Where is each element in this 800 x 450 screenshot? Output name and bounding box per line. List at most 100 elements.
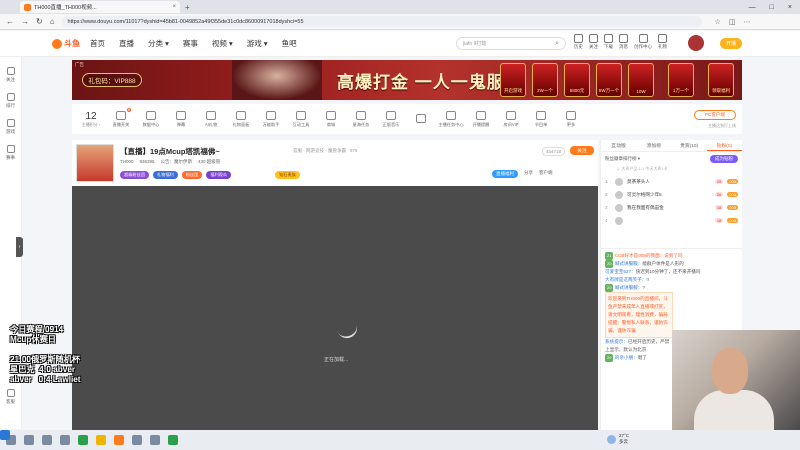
back-button[interactable]: ← — [6, 17, 14, 26]
banner-slot[interactable]: 1万一个 — [668, 63, 694, 97]
nav-events[interactable]: 赛事 — [183, 38, 198, 49]
fan-club-badge[interactable]: 超级粉丝团 — [120, 171, 149, 179]
tab-interaction[interactable]: 互动版 — [601, 140, 636, 151]
tab-diamond-fans[interactable]: 钻粉(0) — [706, 140, 742, 151]
douyu-app-icon[interactable] — [114, 435, 124, 445]
video-player[interactable]: 正在加载... — [72, 186, 598, 430]
sidebar-item-events[interactable]: 赛事 — [0, 145, 21, 161]
windows-start-icon[interactable] — [0, 430, 10, 440]
search-input[interactable]: jiafn 9打劫 ⌕ — [456, 37, 566, 50]
anchor-level[interactable]: 12 主播积分 › — [78, 111, 104, 128]
tool-danmaku[interactable]: 弹幕 — [168, 110, 194, 128]
follow-button[interactable]: 关注 — [570, 146, 594, 155]
banner-slot[interactable]: 5800元 — [564, 63, 590, 97]
chat-username[interactable]: 的亲小朋： — [615, 355, 638, 360]
nav-games[interactable]: 游戏 ▾ — [247, 38, 268, 49]
tool-interaction[interactable]: 互动工具 — [288, 110, 314, 128]
banner-slot[interactable]: 2W一个 — [532, 63, 558, 97]
tool-gift-panel[interactable]: 礼物面板 — [228, 110, 254, 128]
go-live-button[interactable]: 开播 — [720, 38, 742, 49]
banner-ad[interactable]: 广告 礼包码：VIP888 高爆打金 一人一鬼服 开启游戏 2W一个 5800元… — [72, 60, 742, 100]
sidebar-item-follow[interactable]: 关注 — [0, 67, 21, 83]
chat-username[interactable]: 喊式讲服服： — [615, 261, 643, 266]
task-view-icon[interactable] — [24, 435, 34, 445]
browser-tab[interactable]: TH000直播_TH000视频... × — [20, 1, 180, 13]
tool-music[interactable]: 正版音乐 — [378, 110, 404, 128]
sidebar-collapse-button[interactable]: › — [16, 237, 23, 257]
sidebar-item-rank[interactable]: 排行 — [0, 93, 21, 109]
history-button[interactable]: 历史 — [574, 34, 583, 50]
client-button[interactable]: 客户端 — [539, 170, 553, 178]
rank-title[interactable]: 粉丝徽章排行榜 ▾ — [605, 156, 640, 162]
tool-shop[interactable]: 商城 — [318, 110, 344, 128]
folder-icon[interactable] — [96, 435, 106, 445]
tab-vip[interactable]: 贵宾(10) — [672, 140, 707, 151]
close-window-button[interactable]: × — [788, 4, 792, 11]
forward-button[interactable]: → — [21, 17, 29, 26]
chrome-icon[interactable] — [78, 435, 88, 445]
chat-username[interactable]: 可爱宝宝527： — [605, 269, 636, 274]
streamer-name[interactable]: TH000 — [120, 159, 134, 165]
favorite-star-icon[interactable]: ☆ — [715, 18, 721, 26]
messages-button[interactable]: 消息 — [619, 34, 628, 50]
live-welfare-button[interactable]: 直播福利 — [492, 170, 518, 178]
streamer-avatar[interactable] — [76, 144, 114, 182]
download-button[interactable]: 下载 — [604, 34, 613, 50]
nav-category[interactable]: 分类 ▾ — [148, 38, 169, 49]
edge-icon[interactable] — [42, 435, 52, 445]
tool-task-center[interactable]: 主播任务中心 — [438, 110, 464, 128]
rank-row[interactable]: 3 我在我面有偶宙金 18 000 — [601, 201, 742, 214]
douyu-logo[interactable]: 斗鱼 — [52, 38, 80, 49]
share-button[interactable]: 分享 — [524, 170, 533, 178]
tool-schedule[interactable]: 节目单 — [528, 110, 554, 128]
pc-client-button[interactable]: PC客户端 — [694, 110, 736, 120]
tab-add-rank[interactable]: 添加榜 — [636, 140, 671, 151]
chat-username[interactable]: 大有牌是这两笑子： — [605, 277, 646, 282]
tool-live-toggle[interactable]: 8 直播开关 — [108, 107, 134, 128]
tool-live-reminder[interactable]: 开播提醒 — [468, 110, 494, 128]
gift-button[interactable]: 礼物 — [658, 34, 667, 50]
collections-icon[interactable]: ◫ — [729, 18, 736, 26]
tool-more[interactable]: 更多 — [558, 110, 584, 128]
search-icon[interactable]: ⌕ — [555, 40, 559, 48]
maximize-button[interactable]: □ — [770, 4, 774, 11]
nav-yuba[interactable]: 鱼吧 — [282, 38, 297, 49]
chat-username[interactable]: 喊式讲服服： — [615, 285, 643, 290]
become-diamond-fan-button[interactable]: 成为钻粉 — [710, 155, 738, 163]
user-avatar[interactable] — [688, 35, 704, 51]
nav-live[interactable]: 直播 — [119, 38, 134, 49]
tool-box[interactable] — [408, 113, 434, 125]
new-tab-button[interactable]: + — [185, 3, 190, 12]
menu-icon[interactable]: ⋯ — [743, 18, 750, 26]
home-button[interactable]: ⌂ — [50, 17, 55, 26]
nav-video[interactable]: 视频 ▾ — [212, 38, 233, 49]
reload-button[interactable]: ↻ — [36, 17, 43, 26]
url-field[interactable]: https://www.douyu.com/11017?dyshid=45b81… — [61, 16, 702, 27]
weather-widget[interactable]: 27°C 多云 — [607, 433, 629, 445]
tab-close-icon[interactable]: × — [172, 4, 176, 10]
gift-code-pill[interactable]: 礼包码：VIP888 — [82, 73, 142, 87]
banner-slot[interactable]: 开启游戏 — [500, 63, 526, 97]
tool-tasks[interactable]: 星海任务 — [348, 110, 374, 128]
rank-row[interactable]: 4 18 000 — [601, 214, 742, 227]
follow-list-button[interactable]: 关注 — [589, 34, 598, 50]
fan-group-badge[interactable]: 粉丝团 — [181, 171, 203, 179]
rank-row[interactable]: 1 莫茶茶头人 29 000 — [601, 175, 742, 188]
game-icon[interactable] — [150, 435, 160, 445]
tool-room-vip[interactable]: 房间VIP — [498, 110, 524, 128]
minimize-button[interactable]: — — [749, 4, 756, 11]
banner-slot[interactable]: 10W — [628, 63, 654, 97]
tool-data-center[interactable]: 数据中心 — [138, 110, 164, 128]
banner-slot[interactable]: 5W万一个 — [596, 63, 622, 97]
banner-slot[interactable]: 领取福利 — [708, 63, 734, 97]
steam-icon[interactable] — [132, 435, 142, 445]
nav-home[interactable]: 首页 — [90, 38, 105, 49]
welfare-viewer-badge[interactable]: 福利观众 — [206, 171, 232, 179]
noble-badge[interactable]: 钻石贵族 — [275, 171, 300, 179]
obs-icon[interactable] — [60, 435, 70, 445]
creator-center-button[interactable]: 创作中心 — [634, 34, 652, 50]
gift-welfare-badge[interactable]: 礼物福利 — [152, 171, 178, 179]
tool-assistant[interactable]: 万能助手 — [258, 110, 284, 128]
sidebar-item-games[interactable]: 游戏 — [0, 119, 21, 135]
sidebar-item-service[interactable]: 客服 — [6, 389, 15, 405]
